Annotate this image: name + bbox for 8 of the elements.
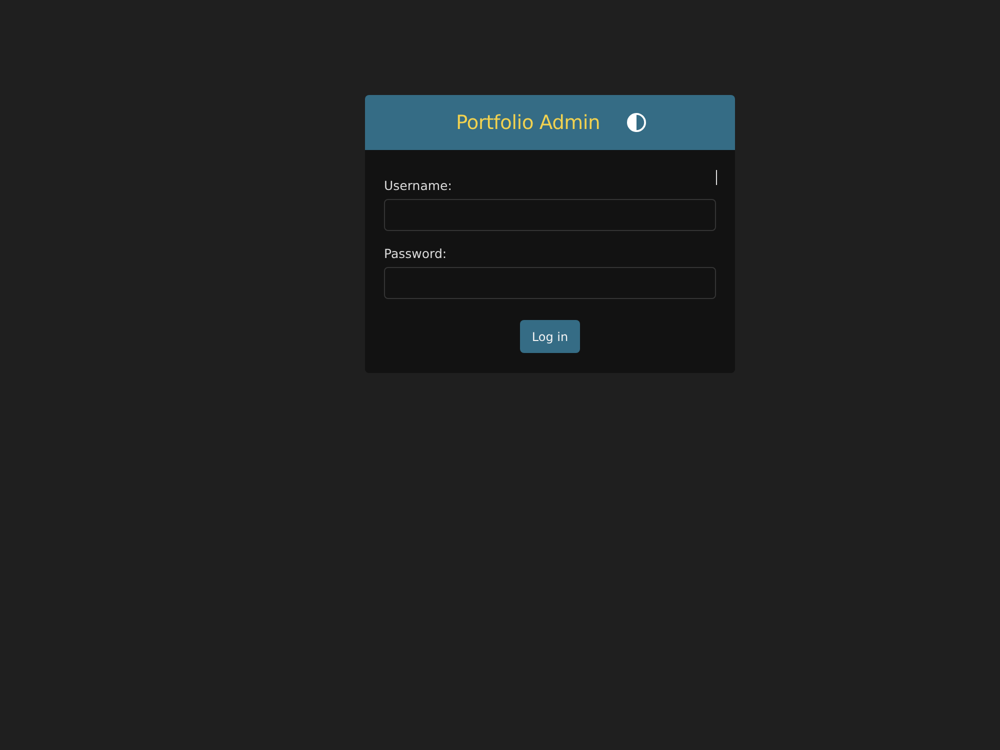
theme-toggle-icon[interactable]	[627, 113, 646, 132]
app-title: Portfolio Admin	[456, 111, 600, 134]
login-button[interactable]: Log in	[520, 320, 580, 353]
field-label: Username:	[384, 178, 452, 193]
field-label: Password:	[384, 246, 447, 261]
input-field[interactable]	[384, 199, 716, 231]
input-field[interactable]	[384, 267, 716, 299]
text-cursor-icon	[716, 170, 717, 185]
